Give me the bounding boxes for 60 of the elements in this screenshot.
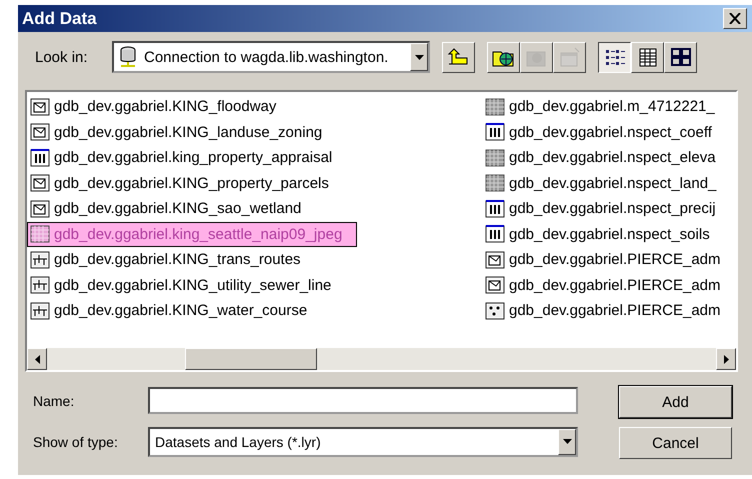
dataset-item[interactable]: gdb_dev.ggabriel.PIERCE_adm	[482, 298, 736, 324]
up-toolbar-button[interactable]	[442, 42, 475, 72]
dataset-item[interactable]: gdb_dev.ggabriel.PIERCE_adm	[482, 247, 736, 272]
list-view-button[interactable]	[598, 42, 631, 72]
dataset-item[interactable]: gdb_dev.ggabriel.KING_trans_routes	[27, 247, 316, 272]
dataset-item[interactable]: gdb_dev.ggabriel.nspect_coeff	[482, 120, 727, 145]
scroll-right-button[interactable]	[716, 348, 736, 370]
polygon-layer-icon	[30, 123, 50, 142]
look-in-label: Look in:	[35, 48, 89, 66]
type-label: Show of type:	[33, 434, 119, 450]
left-arrow-icon	[34, 354, 40, 364]
point-layer-icon	[485, 302, 505, 320]
window-title: Add Data	[22, 8, 97, 28]
horizontal-scrollbar[interactable]	[27, 348, 736, 370]
name-input-field[interactable]	[148, 387, 578, 414]
name-label: Name:	[33, 392, 76, 408]
dataset-item[interactable]: gdb_dev.ggabriel.KING_water_course	[27, 298, 322, 324]
dataset-item[interactable]: gdb_dev.ggabriel.KING_floodway	[27, 94, 292, 120]
connect-toolbar-button[interactable]	[487, 42, 520, 72]
table-icon	[485, 225, 505, 244]
dataset-item[interactable]: gdb_dev.ggabriel.king_property_appraisal	[27, 145, 348, 170]
look-in-dropdown[interactable]: Connection to wagda.lib.washington.	[112, 41, 430, 73]
polygon-layer-icon	[30, 98, 50, 116]
scroll-left-button[interactable]	[27, 348, 47, 370]
right-arrow-icon	[724, 354, 728, 364]
polygon-layer-icon	[485, 276, 505, 294]
scrollbar-thumb[interactable]	[185, 348, 317, 370]
table-icon	[30, 148, 50, 167]
dataset-item[interactable]: gdb_dev.ggabriel.nspect_eleva	[482, 145, 731, 170]
raster-icon	[485, 148, 505, 167]
line-layer-icon	[30, 302, 50, 320]
dataset-item[interactable]: gdb_dev.ggabriel.KING_sao_wetland	[27, 196, 316, 222]
close-button[interactable]	[723, 8, 747, 29]
dataset-item[interactable]: gdb_dev.ggabriel.nspect_precij	[482, 196, 731, 222]
raster-icon	[485, 98, 505, 116]
close-icon	[729, 13, 741, 24]
polygon-layer-icon	[30, 174, 50, 192]
dialog-button[interactable]: Add	[619, 386, 732, 418]
thumbnails-view-button[interactable]	[664, 42, 697, 72]
line-layer-icon	[30, 276, 50, 294]
dataset-item[interactable]: gdb_dev.ggabriel.KING_landuse_zoning	[27, 120, 338, 145]
polygon-layer-icon	[30, 200, 50, 218]
details-view-button[interactable]	[631, 42, 664, 72]
dialog-button[interactable]: Cancel	[619, 427, 732, 459]
thumbnails-view-icon	[668, 46, 692, 68]
line-layer-icon	[30, 250, 50, 269]
raster-icon	[30, 225, 50, 244]
look-in-value: Connection to wagda.lib.washington.	[144, 48, 390, 66]
dataset-item[interactable]: gdb_dev.ggabriel.KING_utility_sewer_line	[27, 272, 346, 298]
dataset-item[interactable]: gdb_dev.ggabriel.nspect_soils	[482, 222, 725, 247]
dataset-item[interactable]: gdb_dev.ggabriel.PIERCE_adm	[482, 272, 736, 298]
dataset-item[interactable]: gdb_dev.ggabriel.m_4712221_	[482, 94, 730, 120]
type-value: Datasets and Layers (*.lyr)	[155, 434, 322, 450]
raster-icon	[485, 174, 505, 192]
dataset-item[interactable]: gdb_dev.ggabriel.KING_property_parcels	[27, 170, 344, 196]
table-icon	[485, 200, 505, 218]
table-icon	[485, 123, 505, 142]
dataset-item[interactable]: gdb_dev.ggabriel.nspect_land_	[482, 170, 732, 196]
type-dropdown[interactable]: Datasets and Layers (*.lyr)	[148, 426, 578, 456]
polygon-layer-icon	[485, 250, 505, 269]
